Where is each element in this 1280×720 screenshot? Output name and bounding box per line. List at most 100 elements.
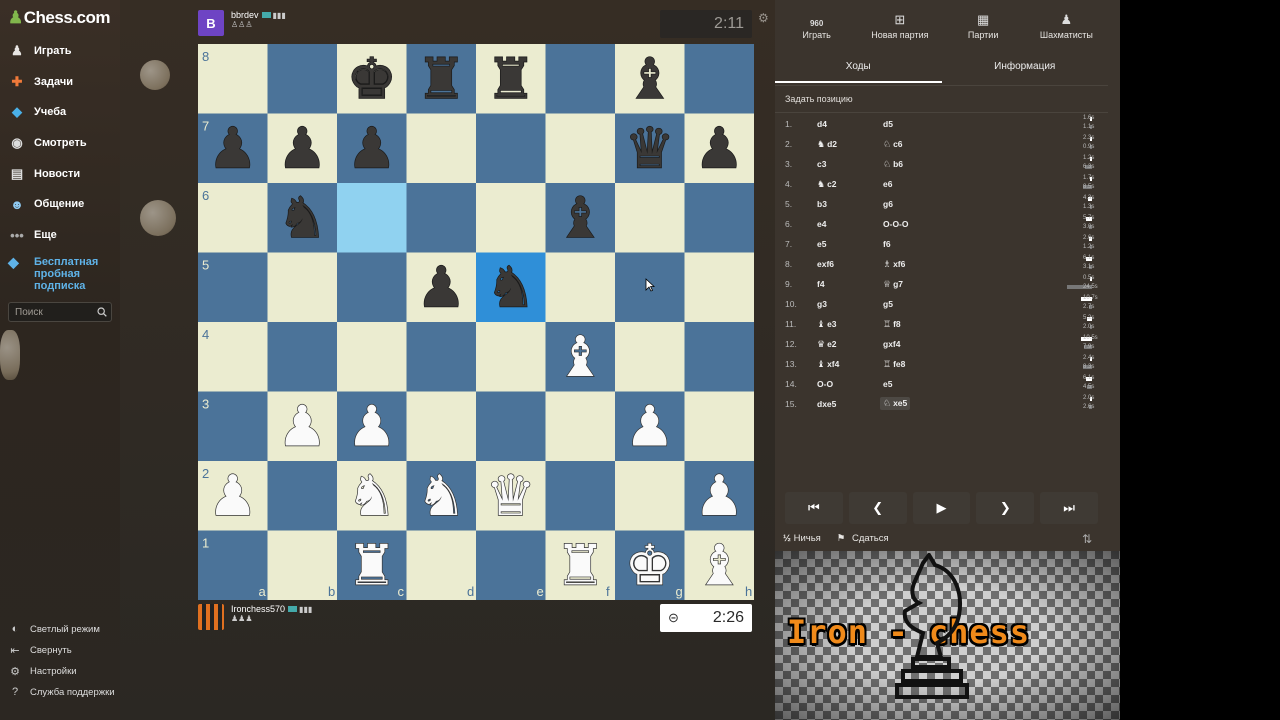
white-move[interactable]: ♝ e3 — [817, 319, 837, 330]
square-e6[interactable] — [476, 183, 546, 253]
avatar[interactable] — [198, 604, 224, 630]
square-e1[interactable] — [476, 530, 546, 601]
square-e4[interactable] — [476, 322, 546, 392]
square-e7[interactable] — [476, 113, 546, 184]
white-move[interactable]: ♞ c2 — [817, 179, 837, 190]
white-queen-e2[interactable]: ♛ — [485, 464, 537, 530]
free-trial-link[interactable]: ◆ Бесплатная пробная подписка — [8, 255, 104, 292]
black-bishop-f6[interactable]: ♝ — [554, 186, 606, 252]
square-d4[interactable] — [406, 322, 477, 392]
white-rook-c1[interactable]: ♜ — [346, 533, 398, 599]
tab-play[interactable]: 960 Играть — [775, 10, 858, 48]
nav-item-puzzles[interactable]: ✚ Задачи — [8, 71, 73, 93]
square-f7[interactable] — [545, 113, 616, 184]
search-icon[interactable] — [97, 306, 107, 318]
first-move-button[interactable]: ⏮ — [785, 492, 843, 524]
resign-button[interactable]: ⚑ Сдаться — [837, 533, 893, 544]
white-pawn-g3[interactable]: ♟ — [624, 394, 676, 460]
square-g2[interactable] — [615, 461, 685, 531]
white-king-g1[interactable]: ♚ — [624, 533, 676, 599]
chess-board[interactable]: 8 7 6 5 4 3 2 1 a b c d e f g h ♚ ♜ ♜ ♝ ♟ ♟ ♟ ♛ ♟ ♞ ♝ ♟ ♞ ♝ ♟ ♟ ♟ ♟ ♞ ♞ ♛ ♟ ♜ ♜… — [198, 44, 754, 600]
black-move[interactable]: e5 — [883, 379, 892, 389]
black-move[interactable]: ♘ c6 — [883, 139, 903, 150]
white-move[interactable]: b3 — [817, 199, 827, 209]
play-button[interactable]: ▶ — [912, 492, 971, 524]
square-d1[interactable] — [406, 530, 477, 601]
white-move[interactable]: e5 — [817, 239, 826, 249]
black-pawn-d5[interactable]: ♟ — [415, 255, 467, 321]
square-h4[interactable] — [684, 322, 755, 392]
square-b8[interactable] — [267, 44, 338, 114]
black-queen-g7[interactable]: ♛ — [624, 116, 676, 182]
black-pawn-a7[interactable]: ♟ — [207, 116, 259, 182]
player-name[interactable]: bbrdev — [231, 10, 259, 20]
tab-info[interactable]: Информация — [942, 55, 1109, 83]
square-f8[interactable] — [545, 44, 616, 114]
black-move[interactable]: e6 — [883, 179, 892, 189]
square-b1[interactable] — [267, 530, 338, 601]
tab-games[interactable]: ▦ Партии — [942, 10, 1025, 48]
black-move[interactable]: ♘ b6 — [883, 159, 903, 170]
black-move[interactable]: g6 — [883, 199, 893, 209]
black-king-c8[interactable]: ♚ — [346, 47, 398, 113]
tab-new-game[interactable]: ⊞ Новая партия — [858, 10, 941, 48]
square-f3[interactable] — [545, 391, 616, 462]
square-d7[interactable] — [406, 113, 477, 184]
avatar[interactable]: B — [198, 10, 224, 36]
black-move[interactable]: ♖ fe8 — [883, 359, 905, 370]
square-b5[interactable] — [267, 252, 338, 323]
board-svg[interactable]: 87654321a b c d e f g h♚ ♜ ♜ ♝♟ ♟ ♟ ♛ ♟♞ ♝♟ ♞♝♟ ♟ ♟♟ ♞ ♞ ♛ ♟♜ ♜… — [198, 44, 754, 600]
white-move[interactable]: ♝ xf4 — [817, 359, 839, 370]
black-knight-b6[interactable]: ♞ — [276, 186, 328, 252]
black-move[interactable]: d5 — [883, 119, 893, 129]
set-position-link[interactable]: Задать позицию — [785, 94, 853, 104]
white-move[interactable]: ♞ d2 — [817, 139, 837, 150]
black-pawn-h7[interactable]: ♟ — [693, 116, 745, 182]
square-c4[interactable] — [337, 322, 407, 392]
square-c6[interactable] — [337, 183, 407, 253]
black-move[interactable]: O-O-O — [883, 219, 909, 229]
square-g4[interactable] — [615, 322, 685, 392]
black-rook-e8[interactable]: ♜ — [485, 47, 537, 113]
prev-move-button[interactable]: ❮ — [848, 492, 907, 524]
square-h6[interactable] — [684, 183, 755, 253]
player-name[interactable]: Ironchess570 — [231, 604, 285, 614]
white-move[interactable]: g3 — [817, 299, 827, 309]
square-b2[interactable] — [267, 461, 338, 531]
black-bishop-g8[interactable]: ♝ — [624, 47, 676, 113]
white-move[interactable]: d4 — [817, 119, 827, 129]
white-pawn-a2[interactable]: ♟ — [207, 464, 259, 530]
square-f5[interactable] — [545, 252, 616, 323]
black-move[interactable]: g5 — [883, 299, 893, 309]
settings-link[interactable]: ⚙ Настройки — [8, 663, 77, 679]
light-mode-toggle[interactable]: ◐ Светлый режим — [8, 621, 100, 637]
black-move[interactable]: ♕ g7 — [883, 279, 903, 290]
tab-moves[interactable]: Ходы — [775, 55, 942, 83]
white-move[interactable]: exf6 — [817, 259, 834, 269]
last-move-button[interactable]: ⏭ — [1040, 492, 1098, 524]
black-move[interactable]: ♖ f8 — [883, 319, 901, 330]
nav-item-watch[interactable]: ◉ Смотреть — [8, 132, 86, 154]
white-move[interactable]: O-O — [817, 379, 833, 389]
nav-item-social[interactable]: ☻ Общение — [8, 193, 84, 215]
white-knight-d2[interactable]: ♞ — [415, 464, 467, 530]
white-rook-f1[interactable]: ♜ — [554, 533, 606, 599]
tab-players[interactable]: ♟ Шахматисты — [1025, 10, 1108, 48]
square-d3[interactable] — [406, 391, 477, 462]
nav-item-news[interactable]: ▤ Новости — [8, 163, 80, 185]
square-e3[interactable] — [476, 391, 546, 462]
white-move[interactable]: ♛ e2 — [817, 339, 837, 350]
chess-com-logo[interactable]: ♟Chess.com — [8, 8, 110, 28]
black-move[interactable]: ♘ xe5 — [880, 397, 911, 410]
white-bishop-f4[interactable]: ♝ — [554, 325, 606, 391]
square-f2[interactable] — [545, 461, 616, 531]
white-knight-c2[interactable]: ♞ — [346, 464, 398, 530]
black-pawn-b7[interactable]: ♟ — [276, 116, 328, 182]
square-h8[interactable] — [684, 44, 755, 114]
nav-item-play[interactable]: ♟ Играть — [8, 40, 71, 62]
flip-board-icon[interactable]: ⇅ — [1082, 532, 1092, 546]
white-pawn-c3[interactable]: ♟ — [346, 394, 398, 460]
white-bishop-h1[interactable]: ♝ — [693, 533, 745, 599]
help-link[interactable]: ? Служба поддержки — [8, 684, 115, 700]
search-input[interactable] — [13, 305, 97, 319]
